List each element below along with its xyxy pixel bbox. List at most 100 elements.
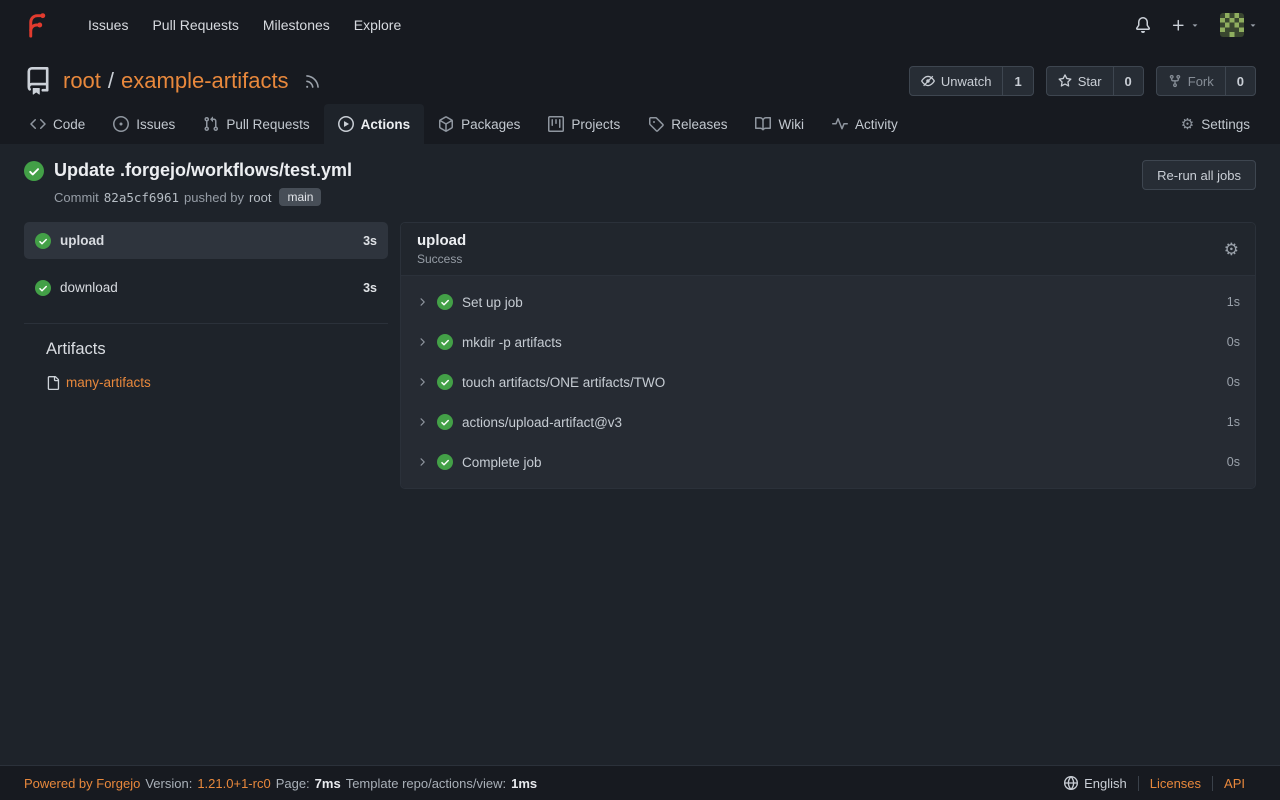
- tab-projects[interactable]: Projects: [534, 104, 634, 144]
- plus-icon: [1171, 18, 1186, 33]
- star-label: Star: [1078, 74, 1102, 89]
- step-success-check-icon: [437, 294, 453, 310]
- eye-slash-icon: [921, 74, 935, 88]
- step-row-mkdir[interactable]: mkdir -p artifacts 0s: [401, 322, 1255, 362]
- caret-down-icon: [1190, 20, 1200, 30]
- step-label: Complete job: [462, 455, 542, 470]
- repo-header: root / example-artifacts Unwatch 1 Star …: [0, 50, 1280, 144]
- create-new-dropdown[interactable]: [1171, 18, 1200, 33]
- repo-title-row: root / example-artifacts Unwatch 1 Star …: [0, 50, 1280, 96]
- tab-wiki[interactable]: Wiki: [741, 104, 818, 144]
- tab-label: Packages: [461, 117, 520, 132]
- run-success-check-icon: [24, 161, 44, 181]
- tab-actions[interactable]: Actions: [324, 104, 425, 144]
- step-label: mkdir -p artifacts: [462, 335, 562, 350]
- job-detail-header: upload Success ⚙: [401, 223, 1255, 276]
- repo-title: root / example-artifacts: [63, 68, 289, 94]
- forgejo-logo[interactable]: [22, 11, 50, 39]
- watchers-count[interactable]: 1: [1002, 67, 1032, 95]
- tab-label: Releases: [671, 117, 727, 132]
- chevron-right-icon: [416, 416, 428, 428]
- user-menu-dropdown[interactable]: [1220, 13, 1258, 37]
- step-row-upload-artifact[interactable]: actions/upload-artifact@v3 1s: [401, 402, 1255, 442]
- tab-releases[interactable]: Releases: [634, 104, 741, 144]
- globe-icon: [1064, 776, 1078, 790]
- job-success-check-icon: [35, 280, 51, 296]
- book-icon: [755, 116, 771, 132]
- tab-code[interactable]: Code: [16, 104, 99, 144]
- repo-icon: [24, 67, 52, 95]
- version-link[interactable]: 1.21.0+1-rc0: [197, 776, 270, 791]
- tab-label: Code: [53, 117, 85, 132]
- star-icon: [1058, 74, 1072, 88]
- nav-issues[interactable]: Issues: [76, 9, 140, 41]
- step-success-check-icon: [437, 374, 453, 390]
- nav-milestones[interactable]: Milestones: [251, 9, 342, 41]
- code-icon: [30, 116, 46, 132]
- step-label: actions/upload-artifact@v3: [462, 415, 622, 430]
- repo-name-link[interactable]: example-artifacts: [121, 68, 289, 94]
- tab-label: Projects: [571, 117, 620, 132]
- rerun-all-jobs-button[interactable]: Re-run all jobs: [1142, 160, 1256, 190]
- stars-count[interactable]: 0: [1113, 67, 1143, 95]
- run-body: upload 3s download 3s Artifacts many-art…: [24, 222, 1256, 489]
- job-item-upload[interactable]: upload 3s: [24, 222, 388, 259]
- job-item-download[interactable]: download 3s: [24, 269, 388, 306]
- job-status-text: Success: [417, 252, 466, 266]
- step-duration: 1s: [1227, 415, 1240, 429]
- page-footer: Powered by Forgejo Version: 1.21.0+1-rc0…: [0, 765, 1280, 800]
- repo-action-buttons: Unwatch 1 Star 0 Fork 0: [909, 66, 1256, 96]
- tab-label: Wiki: [778, 117, 804, 132]
- fork-button-group: Fork 0: [1156, 66, 1256, 96]
- tab-settings[interactable]: ⚙ Settings: [1167, 104, 1264, 144]
- job-options-gear-icon[interactable]: ⚙: [1224, 241, 1239, 258]
- fork-label: Fork: [1188, 74, 1214, 89]
- tab-label: Actions: [361, 117, 411, 132]
- powered-by-forgejo-link[interactable]: Powered by Forgejo: [24, 776, 140, 791]
- language-selector[interactable]: English: [1053, 776, 1138, 791]
- licenses-link[interactable]: Licenses: [1138, 776, 1212, 791]
- fork-button[interactable]: Fork: [1157, 67, 1225, 95]
- notifications-button[interactable]: [1135, 17, 1151, 33]
- rss-icon: [304, 73, 321, 90]
- repo-owner-link[interactable]: root: [63, 68, 101, 94]
- step-row-complete-job[interactable]: Complete job 0s: [401, 442, 1255, 482]
- run-header: Update .forgejo/workflows/test.yml Commi…: [24, 160, 1256, 206]
- pusher-link[interactable]: root: [249, 190, 271, 205]
- step-duration: 0s: [1227, 455, 1240, 469]
- project-board-icon: [548, 116, 564, 132]
- job-name: upload: [60, 233, 104, 248]
- job-duration: 3s: [363, 281, 377, 295]
- watch-button-group: Unwatch 1: [909, 66, 1034, 96]
- tab-pull-requests[interactable]: Pull Requests: [189, 104, 323, 144]
- footer-right: English Licenses API: [1053, 776, 1256, 791]
- artifact-item: many-artifacts: [46, 375, 388, 390]
- forks-count[interactable]: 0: [1225, 67, 1255, 95]
- caret-down-icon: [1248, 20, 1258, 30]
- tab-packages[interactable]: Packages: [424, 104, 534, 144]
- commit-prefix: Commit: [54, 190, 99, 205]
- run-title: Update .forgejo/workflows/test.yml: [54, 160, 352, 181]
- artifact-download-link[interactable]: many-artifacts: [66, 375, 151, 390]
- commit-sha-link[interactable]: 82a5cf6961: [104, 190, 179, 205]
- nav-explore[interactable]: Explore: [342, 9, 413, 41]
- repo-separator: /: [108, 68, 114, 94]
- step-label: Set up job: [462, 295, 523, 310]
- chevron-right-icon: [416, 376, 428, 388]
- fork-icon: [1168, 74, 1182, 88]
- tab-label: Settings: [1201, 117, 1250, 132]
- rss-feed-button[interactable]: [304, 73, 321, 90]
- star-button[interactable]: Star: [1047, 67, 1113, 95]
- tab-issues[interactable]: Issues: [99, 104, 189, 144]
- step-row-touch[interactable]: touch artifacts/ONE artifacts/TWO 0s: [401, 362, 1255, 402]
- unwatch-button[interactable]: Unwatch: [910, 67, 1003, 95]
- tab-label: Activity: [855, 117, 898, 132]
- pushed-by-text: pushed by: [184, 190, 244, 205]
- step-row-set-up-job[interactable]: Set up job 1s: [401, 282, 1255, 322]
- api-link[interactable]: API: [1212, 776, 1256, 791]
- step-duration: 1s: [1227, 295, 1240, 309]
- tab-activity[interactable]: Activity: [818, 104, 912, 144]
- branch-badge[interactable]: main: [279, 188, 321, 206]
- nav-pull-requests[interactable]: Pull Requests: [140, 9, 250, 41]
- gear-icon: ⚙: [1181, 117, 1194, 132]
